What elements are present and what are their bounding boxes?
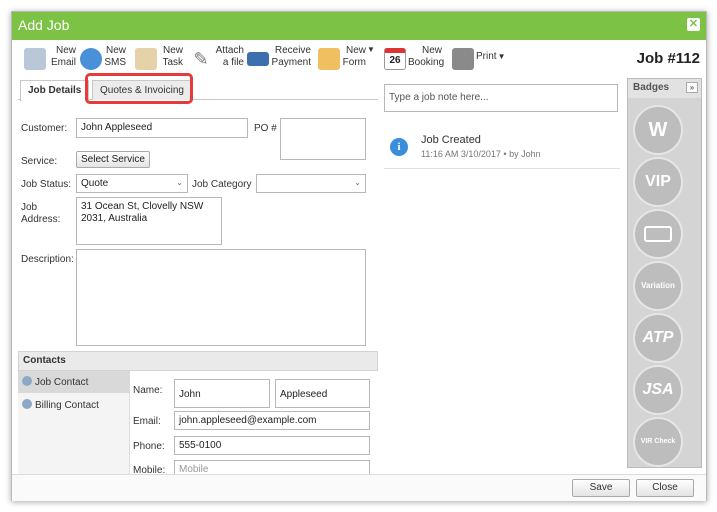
contact-item-billing-contact[interactable]: Billing Contact — [18, 394, 130, 416]
contacts-header: Contacts — [18, 351, 378, 371]
badge-jsa[interactable]: JSA — [633, 365, 683, 415]
activity-title: Job Created — [421, 134, 481, 146]
phone-field[interactable]: 555-0100 — [174, 436, 370, 455]
badge-card[interactable] — [633, 209, 683, 259]
person-icon — [22, 399, 32, 409]
job-status-select[interactable]: Quote ⌄ — [76, 174, 188, 193]
job-category-select[interactable]: ⌄ — [256, 174, 366, 193]
notes-panel: Type a job note here... i Job Created 11… — [384, 78, 624, 474]
form-icon — [318, 48, 340, 70]
chevron-down-icon: ▼ — [497, 52, 506, 61]
receive-payment-button[interactable]: Receive Payment — [247, 45, 311, 75]
contact-item-label: Job Contact — [35, 377, 89, 388]
job-address-line1: 31 Ocean St, Clovelly NSW — [81, 201, 204, 212]
activity-time: 11:16 AM 3/10/2017 — [421, 149, 501, 159]
description-label: Description: — [21, 254, 74, 265]
po-label: PO # — [254, 123, 277, 134]
attach-file-button[interactable]: ✎ Attach a file — [190, 45, 244, 75]
print-button[interactable]: Print ▼ — [452, 45, 505, 75]
badge-vir-check[interactable]: VIR Check — [633, 417, 683, 467]
badge-atp[interactable]: ATP — [633, 313, 683, 363]
job-number: Job #112 — [636, 50, 700, 67]
clipboard-icon — [135, 48, 157, 70]
job-address-field[interactable]: 31 Ocean St, Clovelly NSW 2031, Australi… — [76, 197, 222, 245]
chevron-down-icon: ⌄ — [354, 178, 361, 187]
expand-icon[interactable]: » — [686, 82, 698, 93]
job-address-line2: 2031, Australia — [81, 213, 148, 224]
job-details-panel: Job Details Quotes & Invoicing Customer:… — [18, 73, 378, 479]
dialog-footer: Save Close — [12, 474, 706, 501]
activity-meta: 11:16 AM 3/10/2017 • by John — [421, 149, 541, 159]
close-button[interactable]: Close — [636, 479, 694, 497]
badge-w[interactable]: W — [633, 105, 683, 155]
sms-icon — [80, 48, 102, 70]
new-task-button[interactable]: New Task — [135, 45, 183, 75]
new-form-button[interactable]: New Form ▼ — [318, 45, 375, 75]
customer-label: Customer: — [21, 123, 68, 134]
title-bar: Add Job ✕ — [12, 12, 706, 40]
highlight-box — [85, 73, 193, 104]
contacts-list: Job Contact Billing Contact — [18, 371, 130, 474]
email-label: Email: — [133, 416, 161, 427]
name-label: Name: — [133, 385, 163, 396]
badges-title: Badges — [633, 82, 670, 93]
new-booking-button[interactable]: 26 New Booking — [384, 45, 444, 75]
dialog-title: Add Job — [18, 17, 70, 33]
customer-field[interactable]: John Appleseed — [76, 118, 248, 138]
select-service-button[interactable]: Select Service — [76, 151, 150, 168]
tab-job-details[interactable]: Job Details — [20, 80, 90, 101]
phone-label: Phone: — [133, 441, 165, 452]
badge-vip[interactable]: VIP — [633, 157, 683, 207]
chevron-down-icon: ⌄ — [176, 178, 183, 187]
new-email-button[interactable]: New Email — [24, 45, 76, 75]
job-note-input[interactable]: Type a job note here... — [384, 84, 618, 112]
po-field[interactable] — [280, 118, 366, 160]
first-name-field[interactable]: John — [174, 379, 270, 408]
divider — [384, 168, 620, 169]
person-icon — [22, 376, 32, 386]
description-field[interactable] — [76, 249, 366, 346]
email-field[interactable]: john.appleseed@example.com — [174, 411, 370, 430]
new-sms-button[interactable]: New SMS — [80, 45, 126, 75]
credit-card-icon — [247, 52, 269, 66]
contact-item-job-contact[interactable]: Job Contact — [18, 371, 130, 393]
info-icon: i — [390, 138, 408, 156]
activity-author: by John — [509, 149, 541, 159]
email-icon — [24, 48, 46, 70]
calendar-icon: 26 — [384, 48, 406, 70]
job-status-label: Job Status: — [21, 179, 72, 190]
printer-icon — [452, 48, 474, 70]
service-label: Service: — [21, 156, 58, 167]
add-job-dialog: Add Job ✕ New Email New SMS New Task ✎ A… — [11, 11, 707, 501]
chevron-down-icon: ▼ — [367, 45, 375, 54]
credit-card-icon — [644, 226, 672, 242]
badges-header: Badges » — [628, 79, 701, 98]
job-category-label: Job Category — [192, 179, 252, 190]
badges-panel: Badges » W VIP Variation ATP JSA VIR Che… — [627, 78, 702, 468]
tab-bar: Job Details Quotes & Invoicing — [18, 78, 378, 101]
paperclip-icon: ✎ — [193, 49, 209, 69]
last-name-field[interactable]: Appleseed — [275, 379, 370, 408]
save-button[interactable]: Save — [572, 479, 630, 497]
job-status-value: Quote — [81, 178, 109, 189]
contact-item-label: Billing Contact — [35, 400, 99, 411]
close-icon[interactable]: ✕ — [687, 18, 700, 31]
job-address-label: Job Address: — [21, 202, 61, 225]
badge-variation[interactable]: Variation — [633, 261, 683, 311]
